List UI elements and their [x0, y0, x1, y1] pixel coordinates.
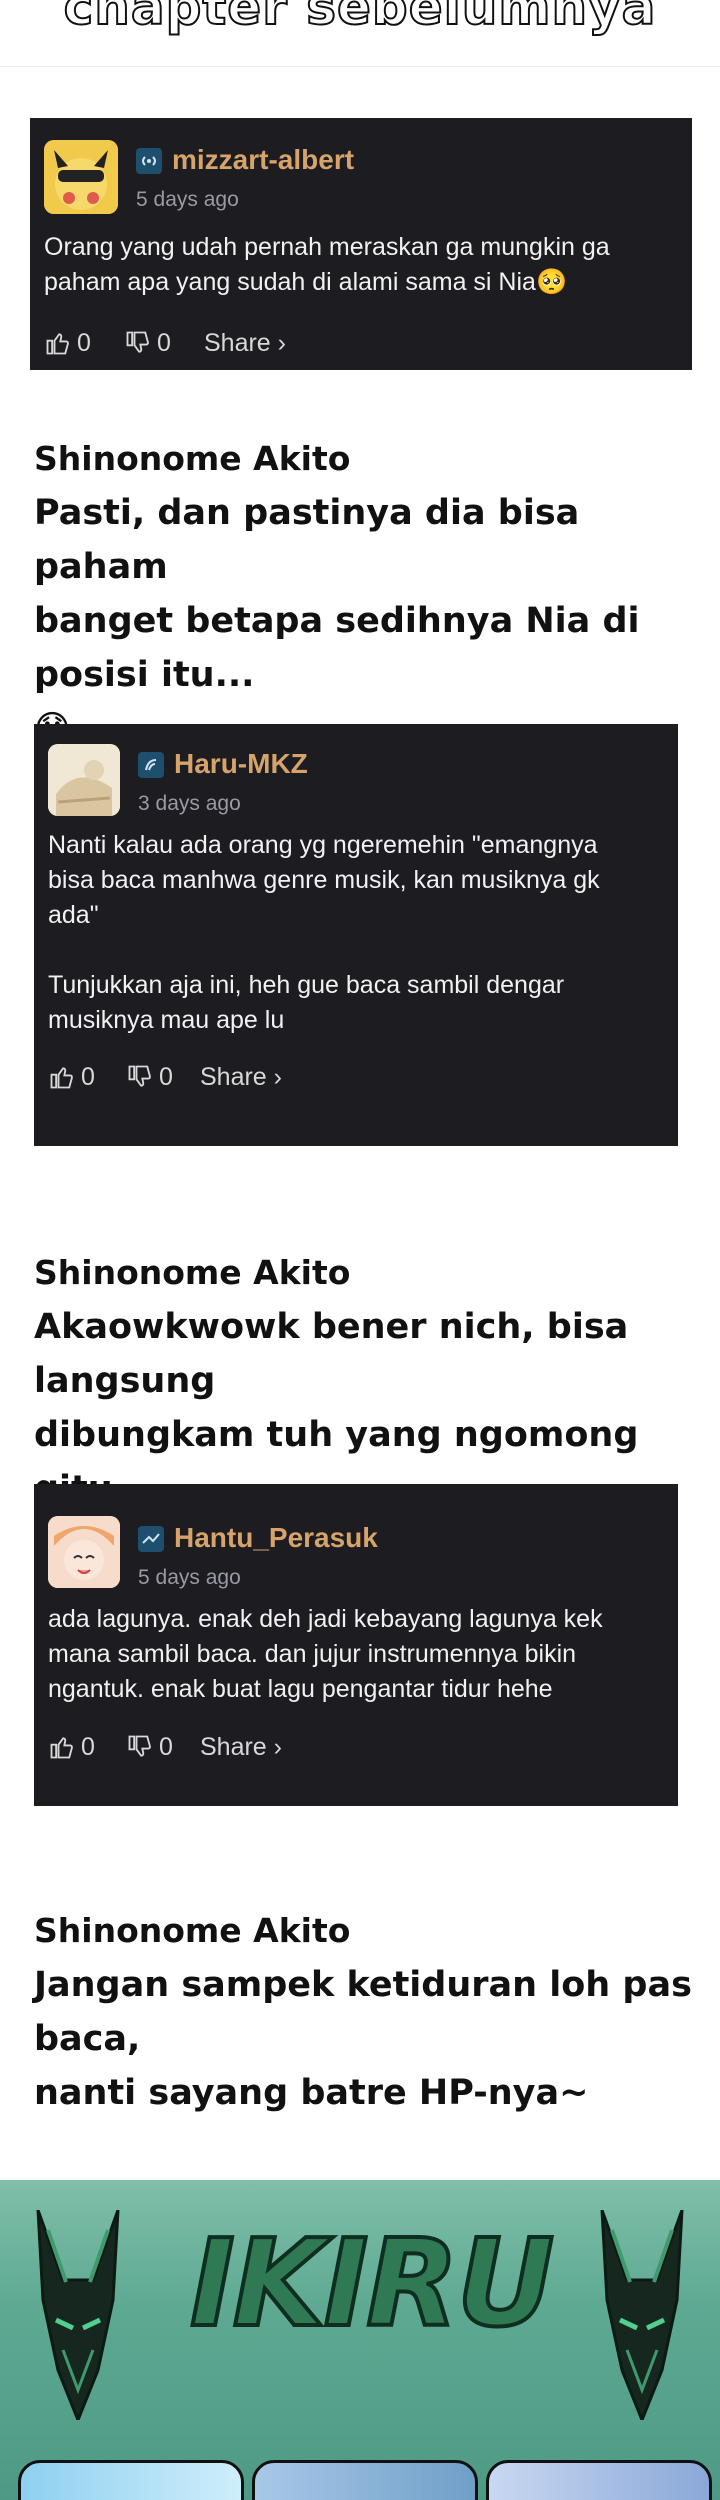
like-button[interactable]: 0	[48, 1060, 95, 1094]
comment-actions: 0 0 Share ›	[48, 1730, 668, 1764]
badge-icon	[138, 1526, 164, 1552]
reply-text: Shinonome Akito Jangan sampek ketiduran …	[34, 1904, 714, 2120]
thumbs-up-icon	[50, 1737, 73, 1759]
badge-icon	[136, 148, 162, 174]
comment-card: Haru-MKZ 3 days ago Nanti kalau ada oran…	[34, 724, 678, 1146]
site-logo[interactable]: IKIRU	[188, 2213, 556, 2356]
badge-icon	[138, 752, 164, 778]
reply-author: Shinonome Akito	[34, 439, 351, 478]
reply-author: Shinonome Akito	[34, 1253, 351, 1292]
thumbs-down-icon	[128, 1065, 151, 1087]
reply-text: Shinonome Akito Pasti, dan pastinya dia …	[34, 432, 714, 756]
jackal-icon	[600, 2210, 684, 2420]
series-thumbnail[interactable]	[18, 2460, 244, 2500]
like-button[interactable]: 0	[44, 326, 91, 360]
username[interactable]: Haru-MKZ	[174, 748, 308, 780]
comment-card: mizzart-albert 5 days ago Orang yang uda…	[30, 118, 692, 370]
series-thumbnail[interactable]	[252, 2460, 478, 2500]
timestamp: 5 days ago	[136, 188, 239, 211]
username[interactable]: mizzart-albert	[172, 144, 354, 176]
timestamp: 3 days ago	[138, 792, 241, 815]
site-banner: IKIRU	[0, 2180, 720, 2500]
dislike-button[interactable]: 0	[126, 1060, 173, 1094]
comment-text: ada lagunya. enak deh jadi kebayang lagu…	[48, 1605, 603, 1703]
comment-text: Nanti kalau ada orang yg ngeremehin "ema…	[48, 831, 600, 1034]
comment-actions: 0 0 Share ›	[48, 1060, 668, 1094]
avatar[interactable]	[48, 744, 120, 816]
thumbs-down-icon	[126, 331, 149, 353]
dislike-button[interactable]: 0	[124, 326, 171, 360]
comment-actions: 0 0 Share ›	[44, 326, 684, 360]
reply-text: Shinonome Akito Akaowkwowk bener nich, b…	[34, 1246, 714, 1516]
thumbs-up-icon	[46, 333, 69, 355]
timestamp: 5 days ago	[138, 1566, 241, 1589]
divider	[0, 66, 720, 67]
thumbnail-strip	[0, 2460, 720, 2500]
share-button[interactable]: Share ›	[200, 1730, 282, 1764]
jackal-icon	[36, 2210, 120, 2420]
share-button[interactable]: Share ›	[204, 326, 286, 360]
series-thumbnail[interactable]	[486, 2460, 712, 2500]
comment-text: Orang yang udah pernah meraskan ga mungk…	[44, 233, 610, 296]
username[interactable]: Hantu_Perasuk	[174, 1522, 378, 1554]
share-button[interactable]: Share ›	[200, 1060, 282, 1094]
dislike-button[interactable]: 0	[126, 1730, 173, 1764]
thumbs-down-icon	[128, 1735, 151, 1757]
like-button[interactable]: 0	[48, 1730, 95, 1764]
comment-card: Hantu_Perasuk 5 days ago ada lagunya. en…	[34, 1484, 678, 1806]
avatar[interactable]	[48, 1516, 120, 1588]
thumbs-up-icon	[50, 1067, 73, 1089]
reply-author: Shinonome Akito	[34, 1911, 351, 1950]
chapter-title: chapter sebelumnya	[63, 0, 657, 37]
avatar[interactable]	[44, 140, 118, 214]
